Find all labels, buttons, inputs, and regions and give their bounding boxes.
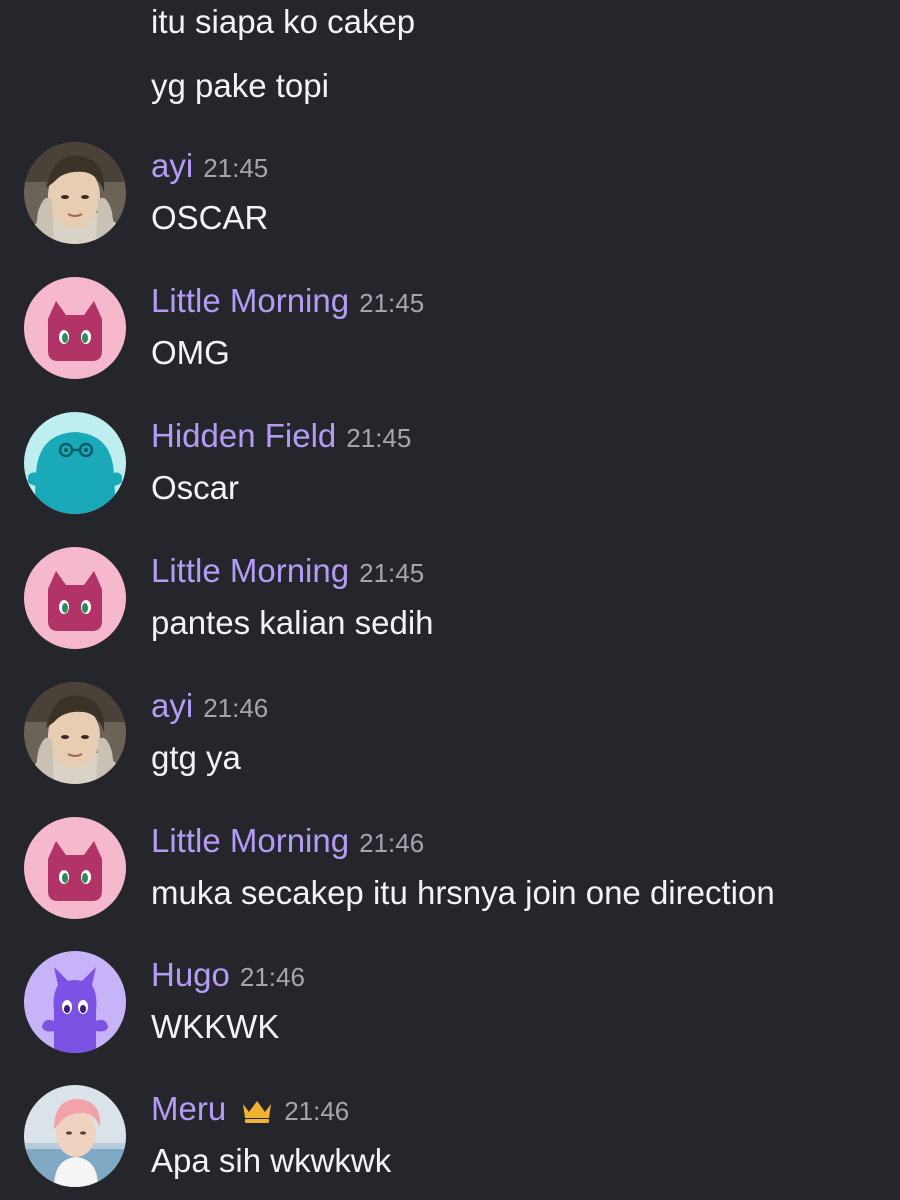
message-header: Meru 21:46	[151, 1089, 349, 1129]
username[interactable]: ayi	[151, 686, 193, 726]
avatar[interactable]	[24, 412, 126, 514]
message-item: Meru 21:46 Apa sih wkwkwk	[0, 1085, 900, 1195]
message-header: Hidden Field 21:45	[151, 416, 411, 456]
message-content[interactable]: pantes kalian sedih	[151, 603, 434, 643]
message-content[interactable]: gtg ya	[151, 738, 241, 778]
timestamp[interactable]: 21:46	[284, 1091, 349, 1131]
timestamp[interactable]: 21:45	[346, 418, 411, 458]
message-content[interactable]: yg pake topi	[151, 66, 329, 106]
avatar[interactable]	[24, 547, 126, 649]
message-header: ayi 21:46	[151, 686, 268, 726]
message-item: Hidden Field 21:45 Oscar	[0, 412, 900, 522]
timestamp[interactable]: 21:46	[359, 823, 424, 863]
timestamp[interactable]: 21:45	[359, 283, 424, 323]
username[interactable]: Hidden Field	[151, 416, 336, 456]
message-header: Little Morning 21:45	[151, 281, 424, 321]
message-content[interactable]: itu siapa ko cakep	[151, 2, 415, 42]
username[interactable]: Meru	[151, 1089, 226, 1129]
message-item: Hugo 21:46 WKKWK	[0, 951, 900, 1061]
avatar[interactable]	[24, 1085, 126, 1187]
username[interactable]: Hugo	[151, 955, 230, 995]
message-header: Hugo 21:46	[151, 955, 305, 995]
message-header: Little Morning 21:45	[151, 551, 424, 591]
username[interactable]: Little Morning	[151, 821, 349, 861]
message-content[interactable]: muka secakep itu hrsnya join one directi…	[151, 873, 775, 913]
message-content[interactable]: Oscar	[151, 468, 239, 508]
avatar[interactable]	[24, 817, 126, 919]
username[interactable]: Little Morning	[151, 551, 349, 591]
avatar[interactable]	[24, 142, 126, 244]
timestamp[interactable]: 21:45	[203, 148, 268, 188]
message-content[interactable]: Apa sih wkwkwk	[151, 1141, 391, 1181]
user-photo-avatar	[24, 142, 126, 244]
timestamp[interactable]: 21:45	[359, 553, 424, 593]
user-photo-avatar	[24, 682, 126, 784]
message-content[interactable]: OMG	[151, 333, 230, 373]
crown-icon	[240, 1098, 274, 1124]
message-item: Little Morning 21:45 OMG	[0, 277, 900, 387]
purple-creature-avatar	[24, 951, 126, 1053]
message-header: ayi 21:45	[151, 146, 268, 186]
avatar[interactable]	[24, 277, 126, 379]
message-item: ayi 21:46 gtg ya	[0, 682, 900, 792]
username[interactable]: Little Morning	[151, 281, 349, 321]
username[interactable]: ayi	[151, 146, 193, 186]
pink-cat-avatar	[24, 277, 126, 379]
message-item: ayi 21:45 OSCAR	[0, 142, 900, 252]
pink-cat-avatar	[24, 817, 126, 919]
timestamp[interactable]: 21:46	[240, 957, 305, 997]
user-photo-avatar	[24, 1085, 126, 1187]
avatar[interactable]	[24, 951, 126, 1053]
pink-cat-avatar	[24, 547, 126, 649]
message-header: Little Morning 21:46	[151, 821, 424, 861]
avatar[interactable]	[24, 682, 126, 784]
message-content[interactable]: WKKWK	[151, 1007, 279, 1047]
teal-blob-avatar	[24, 412, 126, 514]
chat-message-list: itu siapa ko cakep yg pake topi ayi 21:4…	[0, 0, 900, 1200]
timestamp[interactable]: 21:46	[203, 688, 268, 728]
message-content[interactable]: OSCAR	[151, 198, 268, 238]
message-item: Little Morning 21:46 muka secakep itu hr…	[0, 817, 900, 927]
message-item: Little Morning 21:45 pantes kalian sedih	[0, 547, 900, 657]
